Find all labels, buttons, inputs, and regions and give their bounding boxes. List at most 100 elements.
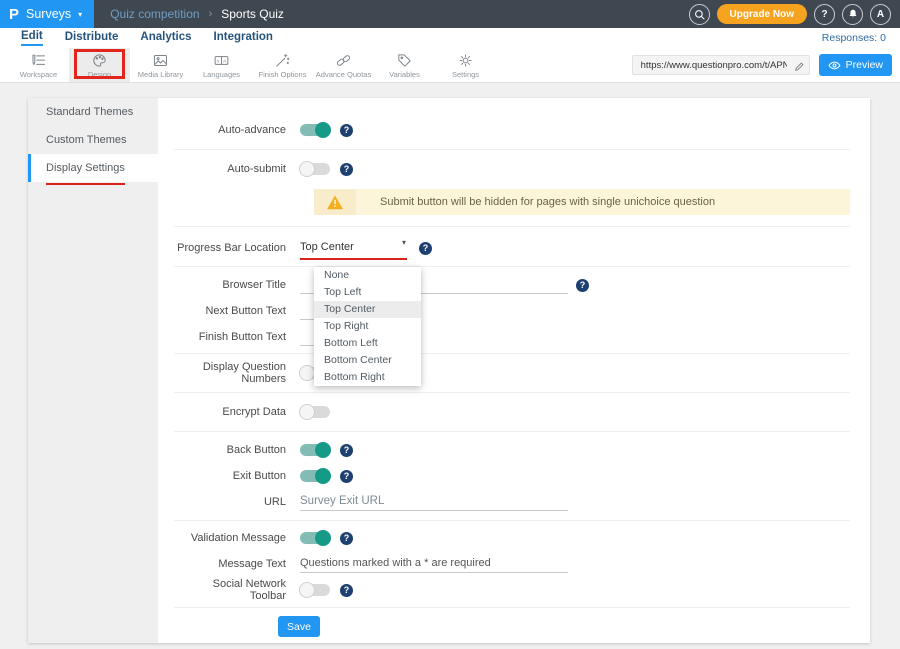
exit-button-label: Exit Button [174,470,300,482]
exit-url-input[interactable] [300,493,568,511]
warning-triangle-icon [326,194,344,210]
exit-button-toggle[interactable] [300,470,330,482]
questionpro-logo: P [9,6,19,23]
auto-advance-help-icon[interactable]: ? [340,124,353,137]
browser-title-help-icon[interactable]: ? [576,279,589,292]
validation-message-help-icon[interactable]: ? [340,532,353,545]
sidebar-item-standard-themes[interactable]: Standard Themes [28,98,158,126]
workspace-icon [30,52,47,69]
toolbar-item-variables[interactable]: Variables [374,48,435,82]
encrypt-data-label: Encrypt Data [174,406,300,418]
nav-tab-distribute[interactable]: Distribute [65,31,119,45]
help-button[interactable]: ? [814,4,835,25]
dropdown-option-top-center[interactable]: Top Center [314,301,421,318]
next-button-text-label: Next Button Text [174,305,300,317]
display-settings-form: Auto-advance ? Auto-submit ? Submit bu [158,98,870,643]
surveys-menu[interactable]: P Surveys ▾ [0,0,94,28]
topbar: P Surveys ▾ Quiz competition › Sports Qu… [0,0,900,28]
gear-icon [457,52,474,69]
auto-submit-help-icon[interactable]: ? [340,163,353,176]
responses-count: Responses: 0 [822,32,890,44]
edit-toolbar: Workspace Design Media Library xA Langua… [0,48,900,83]
design-palette-icon [91,52,108,69]
breadcrumb-parent-link[interactable]: Quiz competition [110,7,199,21]
svg-text:x: x [217,59,220,64]
toolbar-item-advance-quotas[interactable]: Advance Quotas [313,48,374,82]
progress-bar-help-icon[interactable]: ? [419,242,432,255]
message-text-input[interactable] [300,555,568,573]
finish-button-text-label: Finish Button Text [174,331,300,343]
eye-icon [828,60,841,71]
breadcrumb: Quiz competition › Sports Quiz [110,7,284,21]
media-library-icon [152,52,169,69]
nav-tab-edit[interactable]: Edit [21,30,43,46]
toolbar-item-workspace[interactable]: Workspace [8,48,69,82]
progress-bar-dropdown: None Top Left Top Center Top Right Botto… [314,267,421,386]
avatar[interactable]: A [870,4,891,25]
svg-text:A: A [223,58,227,64]
progress-bar-location-select[interactable]: Top Center ▾ [300,237,407,260]
encrypt-data-toggle[interactable] [300,406,330,418]
dropdown-option-top-left[interactable]: Top Left [314,284,421,301]
search-icon [693,8,706,21]
exit-url-label: URL [174,496,300,508]
bell-icon [847,8,859,20]
nav-tab-integration[interactable]: Integration [214,31,273,45]
dropdown-option-none[interactable]: None [314,267,421,284]
toolbar-item-media-library[interactable]: Media Library [130,48,191,82]
languages-icon: xA [213,52,230,69]
message-text-label: Message Text [174,558,300,570]
auto-advance-toggle[interactable] [300,124,330,136]
sidebar-item-display-settings[interactable]: Display Settings [28,154,158,182]
topbar-actions: Upgrade Now ? A [689,4,900,25]
back-button-help-icon[interactable]: ? [340,444,353,457]
dropdown-option-bottom-left[interactable]: Bottom Left [314,335,421,352]
back-button-label: Back Button [174,444,300,456]
toolbar-item-languages[interactable]: xA Languages [191,48,252,82]
auto-submit-label: Auto-submit [174,163,300,175]
design-panel: Standard Themes Custom Themes Display Se… [28,98,870,643]
chevron-down-icon: ▾ [78,10,82,19]
breadcrumb-separator-icon: › [209,8,213,20]
progress-bar-location-label: Progress Bar Location [174,242,300,254]
surveys-menu-label: Surveys [26,7,71,21]
dropdown-option-bottom-right[interactable]: Bottom Right [314,369,421,386]
nav-tab-analytics[interactable]: Analytics [140,31,191,45]
back-button-toggle[interactable] [300,444,330,456]
auto-advance-label: Auto-advance [174,124,300,136]
dropdown-option-top-right[interactable]: Top Right [314,318,421,335]
save-button[interactable]: Save [278,616,320,637]
social-network-toolbar-label: Social Network Toolbar [174,578,300,602]
breadcrumb-current: Sports Quiz [221,7,284,21]
preview-button[interactable]: Preview [819,54,892,76]
main-nav: Edit Distribute Analytics Integration Re… [0,28,900,48]
chevron-down-icon: ▾ [402,238,406,247]
social-network-toolbar-help-icon[interactable]: ? [340,584,353,597]
design-sidebar: Standard Themes Custom Themes Display Se… [28,98,158,643]
upgrade-now-button[interactable]: Upgrade Now [717,4,807,24]
avatar-initial: A [877,9,884,20]
toolbar-right: Preview [632,48,900,82]
toolbar-item-design[interactable]: Design [69,48,130,82]
toolbar-item-settings[interactable]: Settings [435,48,496,82]
edit-url-pencil-icon[interactable] [794,59,805,77]
chain-links-icon [335,52,352,69]
survey-url-input[interactable] [632,55,810,75]
auto-submit-toggle[interactable] [300,163,330,175]
toolbar-item-finish-options[interactable]: Finish Options [252,48,313,82]
notifications-button[interactable] [842,4,863,25]
question-mark-icon: ? [821,9,827,20]
tag-icon [396,52,413,69]
validation-message-toggle[interactable] [300,532,330,544]
sidebar-item-custom-themes[interactable]: Custom Themes [28,126,158,154]
browser-title-label: Browser Title [174,279,300,291]
social-network-toolbar-toggle[interactable] [300,584,330,596]
warning-text: Submit button will be hidden for pages w… [356,189,850,215]
validation-message-label: Validation Message [174,532,300,544]
display-question-numbers-label: Display Question Numbers [174,361,300,385]
magic-wand-icon [274,52,291,69]
dropdown-option-bottom-center[interactable]: Bottom Center [314,352,421,369]
search-button[interactable] [689,4,710,25]
exit-button-help-icon[interactable]: ? [340,470,353,483]
warning-banner: Submit button will be hidden for pages w… [314,189,850,215]
